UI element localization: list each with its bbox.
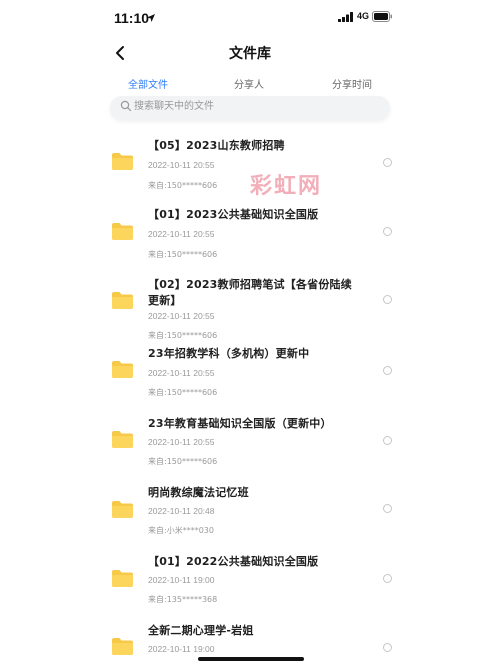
file-source: 来自:150*****606 [148,181,218,190]
search-icon [120,100,132,112]
home-indicator [198,657,304,661]
file-name: 23年招教学科（多机构）更新中 [148,347,310,360]
file-date: 2022-10-11 20:55 [148,437,215,447]
folder-icon [112,431,133,448]
file-name: 【05】2023山东教师招聘 [148,139,285,152]
file-name: 23年教育基础知识全国版（更新中） [148,417,332,430]
file-name: 明尚教综魔法记忆班 [148,486,249,499]
select-radio[interactable] [383,158,392,167]
status-time: 11:10 [114,10,150,26]
page-title: 文件库 [229,46,271,62]
search-box[interactable] [110,96,390,120]
tab-share-time[interactable]: 分享时间 [332,76,372,91]
file-list: 【05】2023山东教师招聘 2022-10-11 20:55 来自:150**… [0,122,500,667]
folder-icon [112,570,133,587]
file-date: 2022-10-11 19:00 [148,644,215,654]
tab-all-files[interactable]: 全部文件 [128,76,168,91]
nav-bar: 文件库 [0,36,500,70]
tab-sharer[interactable]: 分享人 [234,76,264,91]
file-date: 2022-10-11 20:48 [148,506,215,516]
select-radio[interactable] [383,504,392,513]
file-source: 来自:150*****606 [148,388,218,397]
network-type-label: 4G [357,11,370,21]
folder-icon [112,153,133,170]
file-source: 来自:150*****606 [148,457,218,466]
file-date: 2022-10-11 20:55 [148,160,215,170]
file-source: 来自:135*****368 [148,595,218,604]
file-date: 2022-10-11 20:55 [148,311,215,321]
battery-icon [372,11,392,22]
select-radio[interactable] [383,227,392,236]
file-name: 全新二期心理学-岩姐 [148,624,254,637]
watermark-text: 彩虹网 [250,174,323,199]
folder-icon [112,638,133,655]
folder-icon [112,501,133,518]
folder-icon [112,361,133,378]
folder-icon [112,292,133,309]
file-name: 【01】2023公共基础知识全国版 [148,208,319,221]
file-date: 2022-10-11 19:00 [148,575,215,585]
file-name: 【02】2023教师招聘笔试【各省份陆续更新】 [148,278,352,307]
file-source: 来自:150*****606 [148,250,218,259]
search-input[interactable] [134,96,374,116]
select-radio[interactable] [383,436,392,445]
select-radio[interactable] [383,574,392,583]
signal-bars-icon [338,12,353,22]
file-date: 2022-10-11 20:55 [148,229,215,239]
folder-icon [112,223,133,240]
location-arrow-icon [147,14,155,22]
file-date: 2022-10-11 20:55 [148,368,215,378]
select-radio[interactable] [383,643,392,652]
file-source: 来自:小米****030 [148,526,214,535]
file-name: 【01】2022公共基础知识全国版 [148,555,319,568]
select-radio[interactable] [383,366,392,375]
file-source: 来自:150*****606 [148,331,218,340]
status-bar: 11:10 4G [0,0,500,36]
select-radio[interactable] [383,295,392,304]
